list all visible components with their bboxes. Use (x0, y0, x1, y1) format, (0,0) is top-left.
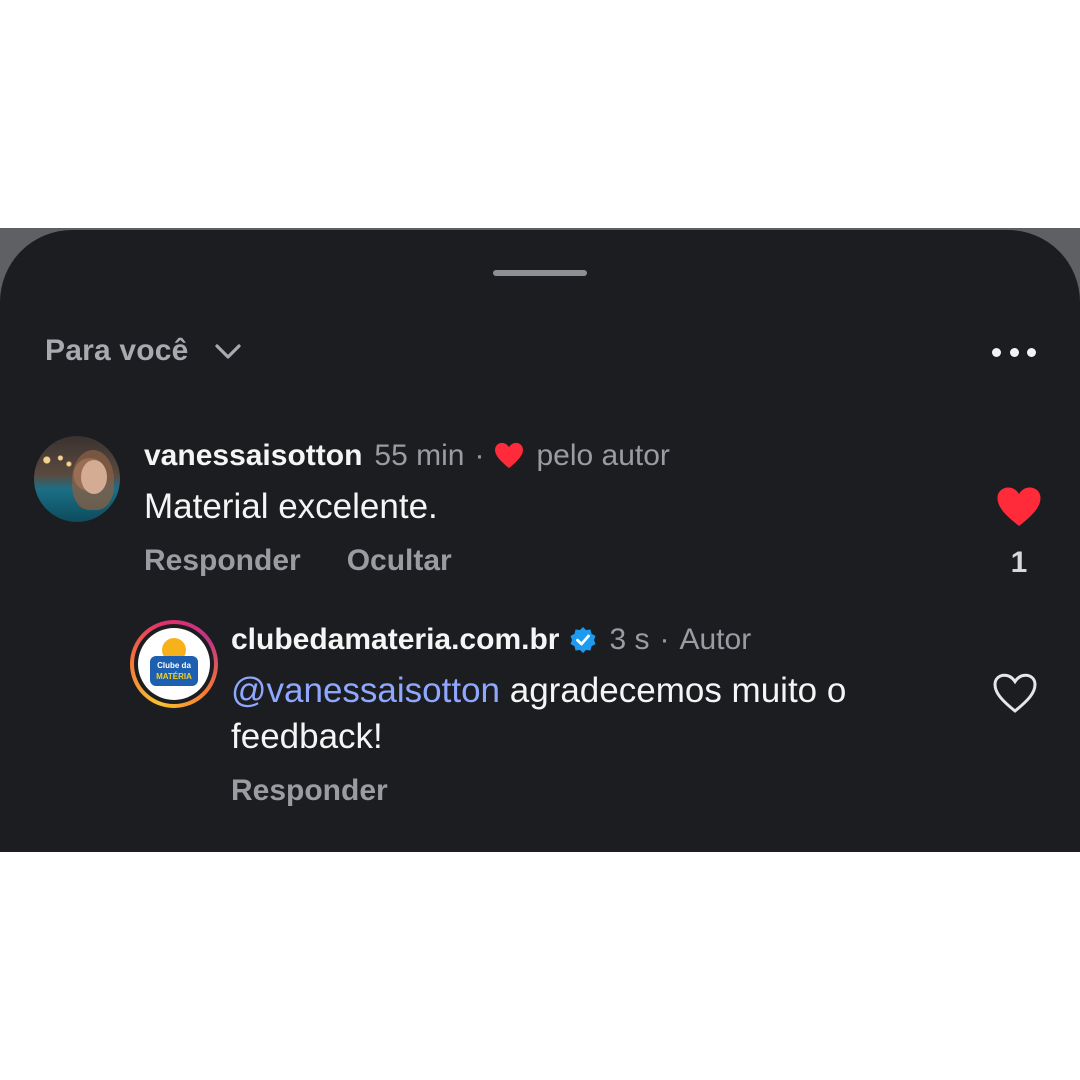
comment-actions: Responder Ocultar (144, 544, 824, 578)
more-dot (992, 347, 1001, 357)
more-dot (1009, 347, 1019, 357)
story-ring-gap: Clube da MATÉRIA (134, 624, 214, 704)
reply-actions: Responder (231, 774, 911, 808)
avatar[interactable] (34, 436, 120, 522)
meta-separator: · (659, 623, 670, 656)
sort-filter-dropdown[interactable]: Para você (45, 334, 243, 368)
avatar: Clube da MATÉRIA (138, 628, 210, 700)
sort-filter-label: Para você (45, 334, 189, 367)
comment-time: 55 min (374, 439, 465, 472)
logo-text-line-2: MATÉRIA (156, 672, 192, 681)
reply-button[interactable]: Responder (144, 544, 301, 578)
more-dot (1027, 347, 1036, 357)
like-column: 1 (994, 486, 1044, 580)
story-ring[interactable]: Clube da MATÉRIA (130, 620, 218, 708)
reply-item: Clube da MATÉRIA clubedamateria.com.br 3… (130, 620, 1040, 830)
heart-outline-icon[interactable] (992, 672, 1038, 714)
reply-text: @vanessaisotton agradecemos muito o feed… (231, 668, 911, 760)
like-column (990, 672, 1040, 714)
liked-by-author-label: pelo autor (536, 439, 670, 472)
reply-button[interactable]: Responder (231, 774, 388, 808)
logo-text-line-1: Clube da (157, 661, 191, 670)
chevron-down-icon (214, 344, 241, 359)
comment-content: vanessaisotton 55 min · pelo autor Mater… (144, 436, 824, 578)
comments-sheet: Para você vanessaisotton 55 min · pelo a… (0, 230, 1080, 852)
heart-filled-icon[interactable] (996, 486, 1042, 528)
author-label: Autor (679, 623, 752, 656)
more-options-icon[interactable] (992, 340, 1036, 364)
meta-separator: · (474, 439, 485, 472)
comment-meta: vanessaisotton 55 min · pelo autor (144, 436, 824, 476)
liked-by-author-heart-icon (495, 442, 524, 469)
mention-link[interactable]: @vanessaisotton (231, 671, 500, 710)
avatar-photo-face (81, 460, 107, 494)
sheet-grabber-handle[interactable] (493, 270, 587, 276)
reply-meta: clubedamateria.com.br 3 s · Autor (231, 620, 911, 660)
comment-username[interactable]: vanessaisotton (144, 439, 362, 473)
reply-time: 3 s (609, 623, 650, 656)
hide-button[interactable]: Ocultar (347, 544, 452, 578)
verified-badge-icon (570, 627, 596, 653)
logo-badge: Clube da MATÉRIA (150, 656, 198, 686)
reply-content: clubedamateria.com.br 3 s · Autor @vanes… (231, 620, 911, 808)
avatar-photo-lights (40, 450, 74, 470)
reply-username[interactable]: clubedamateria.com.br (231, 623, 559, 657)
comment-text: Material excelente. (144, 487, 438, 526)
like-count: 1 (1010, 546, 1028, 579)
comment-item: vanessaisotton 55 min · pelo autor Mater… (34, 436, 1044, 596)
